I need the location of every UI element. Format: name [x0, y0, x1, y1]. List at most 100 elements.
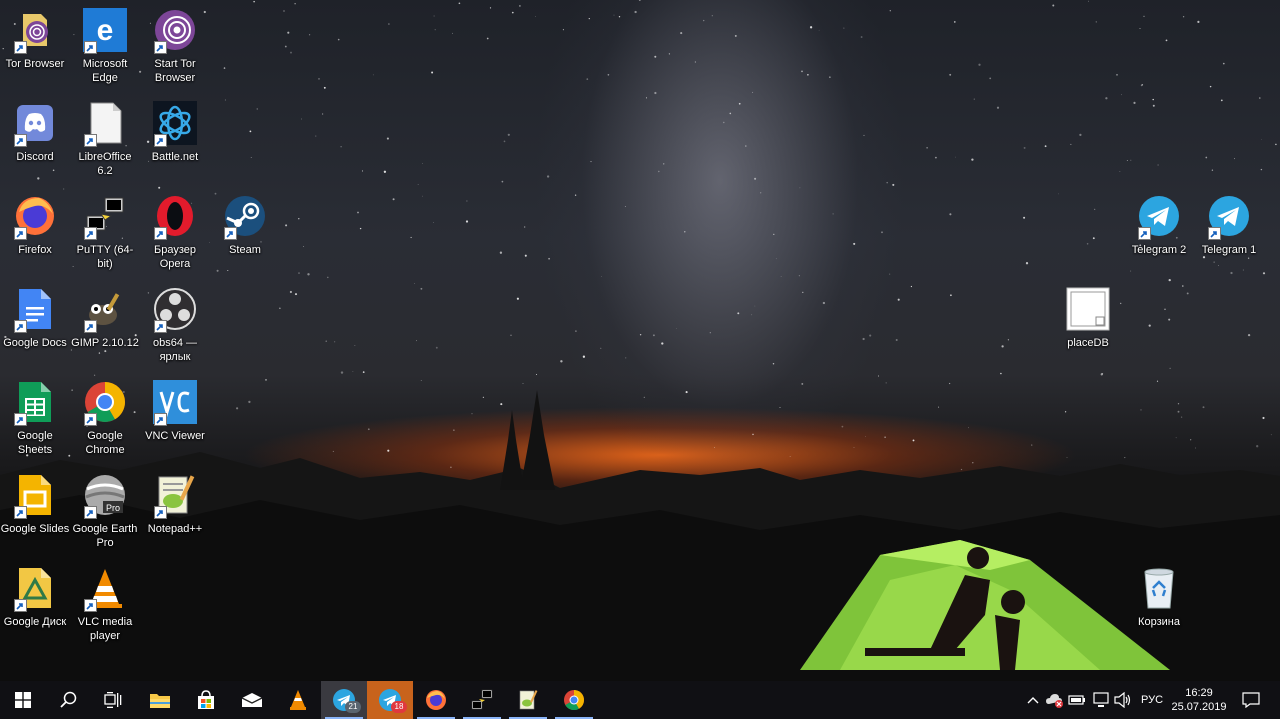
shortcut-arrow-icon — [14, 134, 27, 147]
taskbar-microsoft-store[interactable] — [183, 681, 229, 719]
taskbar-telegram-1[interactable]: 18 — [367, 681, 413, 719]
shortcut-arrow-icon — [154, 227, 167, 240]
desktop-icon-vlc[interactable]: VLC media player — [70, 564, 140, 643]
icon-label: PuTTY (64-bit) — [76, 244, 134, 270]
action-center-button[interactable] — [1232, 681, 1270, 719]
icon-label: Firefox — [18, 244, 52, 256]
taskbar-firefox[interactable] — [413, 681, 459, 719]
icon-label: VLC media player — [77, 616, 133, 642]
icon-label: Google Диск — [3, 616, 67, 628]
firefox-icon — [426, 690, 446, 710]
icon-label: Steam — [229, 244, 261, 256]
start-button[interactable] — [0, 681, 46, 719]
task-view-button[interactable] — [90, 681, 136, 719]
shortcut-arrow-icon — [224, 227, 237, 240]
taskbar-file-explorer[interactable] — [137, 681, 183, 719]
desktop-icon-obs[interactable]: obs64 — ярлык — [140, 285, 210, 364]
taskbar-putty[interactable] — [459, 681, 505, 719]
icon-label: placeDB — [1067, 337, 1109, 349]
svg-text:Pro: Pro — [106, 503, 120, 513]
input-language[interactable]: РУС — [1136, 681, 1168, 719]
icon-label: Microsoft Edge — [82, 58, 128, 84]
desktop-icon-start-tor-browser[interactable]: Start Tor Browser — [140, 6, 210, 85]
shortcut-arrow-icon — [14, 41, 27, 54]
shortcut-arrow-icon — [84, 320, 97, 333]
desktop-icon-google-earth-pro[interactable]: Pro Google Earth Pro — [70, 471, 140, 550]
desktop-icon-notepadpp[interactable]: Notepad++ — [140, 471, 210, 536]
taskbar-chrome[interactable] — [551, 681, 597, 719]
language-indicator: РУС — [1140, 694, 1164, 706]
icon-label: Start Tor Browser — [154, 58, 196, 84]
desktop-icon-gimp[interactable]: GIMP 2.10.12 — [70, 285, 140, 350]
recycle-bin-icon — [1144, 568, 1174, 609]
shortcut-arrow-icon — [14, 413, 27, 426]
shortcut-arrow-icon — [154, 506, 167, 519]
search-icon — [60, 691, 77, 708]
store-icon — [198, 690, 214, 709]
icon-label: Telegram 1 — [1201, 244, 1257, 256]
shortcut-arrow-icon — [154, 41, 167, 54]
tray-volume[interactable] — [1112, 681, 1134, 719]
shortcut-arrow-icon — [154, 320, 167, 333]
clock-time: 16:29 — [1185, 687, 1213, 699]
folder-icon — [150, 694, 170, 708]
tray-power[interactable] — [1066, 681, 1088, 719]
desktop-icon-google-drive[interactable]: Google Диск — [0, 564, 70, 629]
desktop-icon-putty[interactable]: PuTTY (64-bit) — [70, 192, 140, 271]
icon-label: GIMP 2.10.12 — [71, 337, 139, 349]
shortcut-arrow-icon — [14, 320, 27, 333]
battery-icon — [1068, 695, 1085, 705]
desktop-icon-google-slides[interactable]: Google Slides — [0, 471, 70, 536]
icon-label: Telegram 2 — [1131, 244, 1187, 256]
desktop-icon-opera[interactable]: Браузер Opera — [140, 192, 210, 271]
tray-cloud[interactable] — [1044, 681, 1066, 719]
search-button[interactable] — [46, 681, 92, 719]
shortcut-arrow-icon — [84, 227, 97, 240]
chrome-icon — [564, 690, 585, 711]
icon-label: LibreOffice 6.2 — [78, 151, 132, 177]
show-hidden-icons-button[interactable] — [1022, 681, 1044, 719]
desktop-icon-vnc-viewer[interactable]: VNC Viewer — [140, 378, 210, 443]
speaker-icon — [1114, 692, 1131, 708]
taskbar-telegram-2[interactable]: 21 — [321, 681, 367, 719]
taskbar-mail[interactable] — [229, 681, 275, 719]
tray-network[interactable] — [1090, 681, 1112, 719]
icon-label: Корзина — [1138, 616, 1180, 628]
shortcut-arrow-icon — [14, 506, 27, 519]
desktop-icon-google-sheets[interactable]: Google Sheets — [0, 378, 70, 457]
desktop-icon-steam[interactable]: Steam — [210, 192, 280, 257]
desktop-icon-discord[interactable]: Discord — [0, 99, 70, 164]
chevron-up-icon — [1027, 697, 1039, 704]
shortcut-arrow-icon — [1138, 227, 1151, 240]
desktop-icon-microsoft-edge[interactable]: e Microsoft Edge — [70, 6, 140, 85]
shortcut-arrow-icon — [154, 134, 167, 147]
task-view-icon — [104, 692, 122, 708]
desktop-icon-battlenet[interactable]: Battle.net — [140, 99, 210, 164]
icon-label: obs64 — ярлык — [152, 337, 198, 363]
desktop-icon-google-docs[interactable]: Google Docs — [0, 285, 70, 350]
desktop-icon-recycle-bin[interactable]: Корзина — [1124, 564, 1194, 629]
desktop-icon-firefox[interactable]: Firefox — [0, 192, 70, 257]
putty-icon — [471, 689, 493, 710]
desktop-icon-telegram-1[interactable]: Telegram 1 — [1194, 192, 1264, 257]
taskbar-vlc[interactable] — [275, 681, 321, 719]
clock-date: 25.07.2019 — [1171, 701, 1227, 713]
desktop-icon-google-chrome[interactable]: Google Chrome — [70, 378, 140, 457]
icon-label: Браузер Opera — [154, 244, 196, 270]
shortcut-arrow-icon — [84, 41, 97, 54]
network-icon — [1093, 692, 1109, 707]
shortcut-arrow-icon — [1208, 227, 1221, 240]
file-icon — [1066, 287, 1110, 331]
icon-label: Battle.net — [151, 151, 199, 163]
shortcut-arrow-icon — [84, 413, 97, 426]
clock[interactable]: 16:29 25.07.2019 — [1170, 681, 1228, 719]
desktop-icon-tor-browser[interactable]: Tor Browser — [0, 6, 70, 71]
icon-label: Notepad++ — [147, 523, 203, 535]
icon-label: Google Sheets — [17, 430, 53, 456]
icon-label: Google Slides — [0, 523, 70, 535]
taskbar: 21 18 РУС 16:29 25.07.2019 — [0, 681, 1280, 719]
desktop-icon-libreoffice[interactable]: LibreOffice 6.2 — [70, 99, 140, 178]
desktop-icon-placedb[interactable]: placeDB — [1053, 285, 1123, 350]
taskbar-notepadpp[interactable] — [505, 681, 551, 719]
desktop-icon-telegram-2[interactable]: Telegram 2 — [1124, 192, 1194, 257]
